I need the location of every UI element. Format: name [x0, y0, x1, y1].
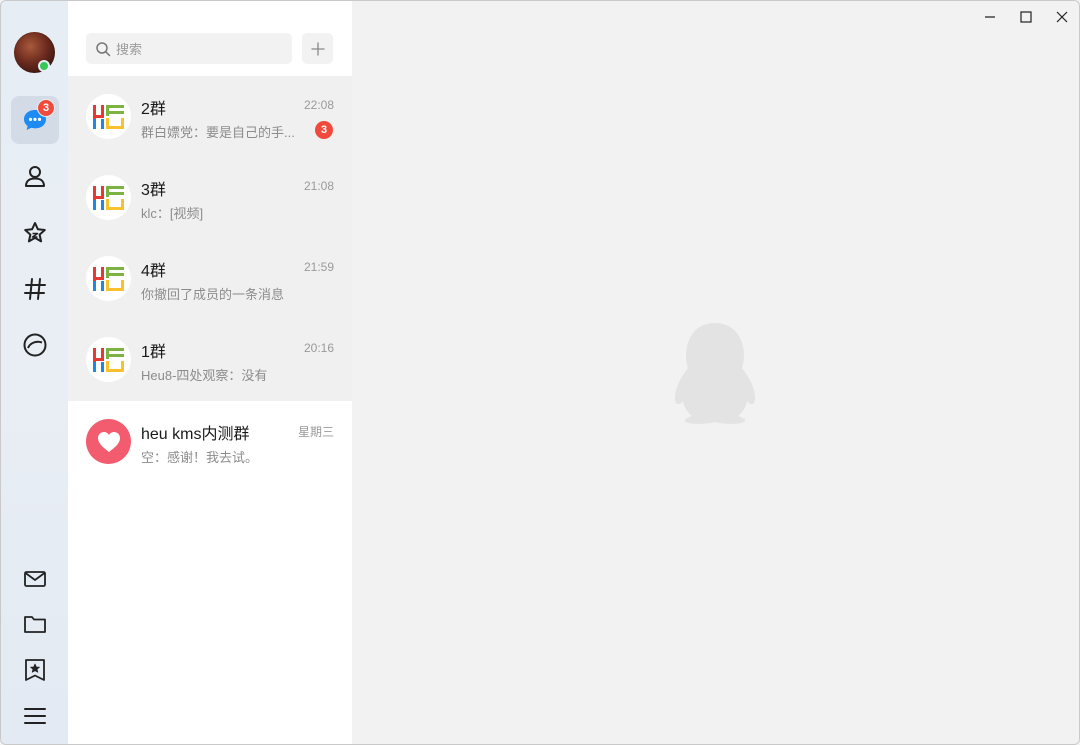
- star-icon: [24, 222, 46, 243]
- close-icon: [1056, 11, 1068, 23]
- add-button[interactable]: [302, 33, 333, 64]
- conversation-preview: 你撤回了成员的一条消息: [141, 287, 285, 302]
- maximize-icon: [1020, 11, 1032, 23]
- rail-channels-button[interactable]: [11, 265, 59, 313]
- conversation-item[interactable]: 3群 klc：[视频] 21:08: [68, 157, 352, 238]
- rail-mail-button[interactable]: [11, 555, 59, 603]
- conversation-name: 2群: [141, 101, 166, 118]
- online-status-dot: [38, 60, 50, 72]
- hashtag-icon: [24, 278, 46, 300]
- group-avatar: [86, 419, 131, 464]
- heu-logo-icon: [92, 347, 124, 372]
- search-box[interactable]: 搜索: [86, 33, 292, 64]
- conversation-time: 21:08: [303, 179, 334, 193]
- mail-icon: [24, 571, 46, 587]
- person-icon: [25, 166, 45, 187]
- app-window: 3 搜索 2群 群白嫖党：要是自己的手... 22:08 3 3群 klc：[视…: [0, 0, 1080, 745]
- conversation-preview: klc：[视频]: [141, 206, 204, 221]
- rail-contacts-button[interactable]: [11, 152, 59, 200]
- group-avatar: [86, 94, 131, 139]
- group-avatar: [86, 256, 131, 301]
- minimize-button[interactable]: [972, 5, 1008, 29]
- conversation-name: heu kms内测群: [141, 426, 250, 443]
- conversation-item[interactable]: heu kms内测群 空：感谢！我去试。 星期三: [68, 401, 352, 482]
- menu-icon: [24, 708, 46, 724]
- conversation-name: 4群: [141, 263, 166, 280]
- plus-icon: [310, 41, 325, 56]
- rail-menu-button[interactable]: [11, 692, 59, 740]
- qq-penguin-watermark-icon: [675, 323, 755, 424]
- search-icon: [96, 41, 111, 56]
- folder-icon: [24, 616, 46, 633]
- conversation-time: 22:08: [303, 98, 334, 112]
- close-button[interactable]: [1044, 5, 1079, 29]
- heu-logo-icon: [92, 104, 124, 129]
- conversation-item[interactable]: 4群 你撤回了成员的一条消息 21:59: [68, 238, 352, 319]
- left-navigation-rail: 3: [1, 1, 68, 744]
- minimize-icon: [985, 16, 995, 18]
- conversation-item[interactable]: 1群 Heu8-四处观察：没有 20:16: [68, 319, 352, 400]
- conversation-name: 1群: [141, 344, 166, 361]
- chat-main-area: [352, 1, 1079, 744]
- conversation-time: 20:16: [303, 341, 334, 355]
- unread-badge: 3: [315, 121, 333, 139]
- rail-files-button[interactable]: [11, 600, 59, 648]
- circle-swirl-icon: [23, 333, 47, 357]
- group-avatar: [86, 337, 131, 382]
- heu-logo-icon: [92, 185, 124, 210]
- messages-unread-badge: 3: [37, 99, 55, 117]
- heu-logo-icon: [92, 266, 124, 291]
- conversation-preview: Heu8-四处观察：没有: [141, 368, 268, 383]
- conversation-time: 星期三: [297, 425, 334, 439]
- bookmark-star-icon: [25, 659, 45, 681]
- rail-discover-button[interactable]: [11, 321, 59, 369]
- conversation-name: 3群: [141, 182, 166, 199]
- rail-bookmarks-button[interactable]: [11, 646, 59, 694]
- conversation-preview: 群白嫖党：要是自己的手...: [141, 125, 295, 140]
- heart-icon: [97, 431, 120, 452]
- maximize-button[interactable]: [1008, 5, 1044, 29]
- search-placeholder: 搜索: [116, 42, 143, 57]
- conversation-time: 21:59: [303, 260, 334, 274]
- group-avatar: [86, 175, 131, 220]
- conversation-item[interactable]: 2群 群白嫖党：要是自己的手... 22:08 3: [68, 76, 352, 157]
- conversation-list-panel: 搜索 2群 群白嫖党：要是自己的手... 22:08 3 3群 klc：[视频]…: [68, 1, 352, 744]
- rail-favorites-button[interactable]: [11, 209, 59, 257]
- conversation-preview: 空：感谢！我去试。: [141, 450, 259, 465]
